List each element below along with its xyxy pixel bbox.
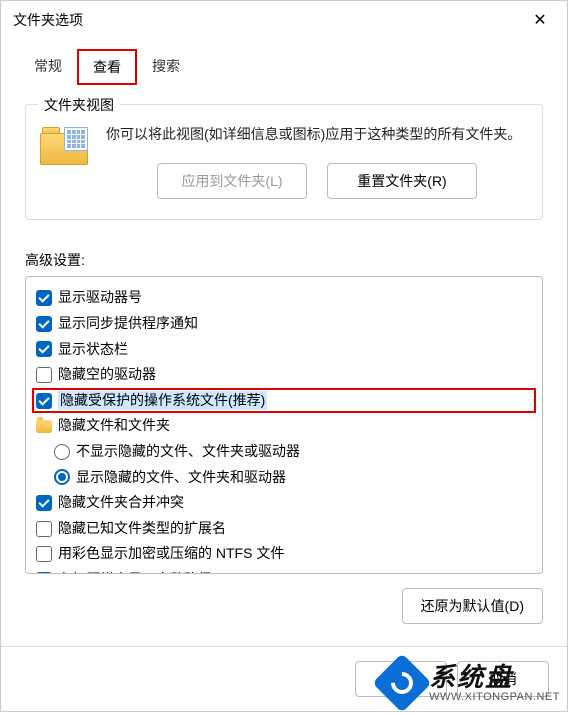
tree-item[interactable]: 用彩色显示加密或压缩的 NTFS 文件	[32, 541, 536, 567]
checkbox-icon[interactable]	[36, 393, 52, 409]
tab-view[interactable]: 查看	[77, 49, 137, 85]
tree-item[interactable]: 隐藏文件夹合并冲突	[32, 490, 536, 516]
tree-item[interactable]: 隐藏文件和文件夹	[32, 413, 536, 439]
tree-item[interactable]: 隐藏受保护的操作系统文件(推荐)	[32, 388, 536, 414]
tree-item-label: 显示状态栏	[58, 340, 128, 360]
tree-item[interactable]: 显示状态栏	[32, 337, 536, 363]
advanced-settings-tree[interactable]: 显示驱动器号显示同步提供程序通知显示状态栏隐藏空的驱动器隐藏受保护的操作系统文件…	[25, 276, 543, 574]
tree-item-label: 隐藏空的驱动器	[58, 365, 156, 385]
folder-view-label: 文件夹视图	[38, 95, 120, 115]
tree-item-label: 不显示隐藏的文件、文件夹或驱动器	[76, 442, 300, 462]
content-area: 文件夹视图 你可以将此视图(如详细信息或图标)应用于这种类型的所有文件夹。 应用…	[1, 86, 567, 646]
tab-general[interactable]: 常规	[19, 49, 77, 85]
tree-item-label: 显示同步提供程序通知	[58, 314, 198, 334]
folder-icon	[36, 420, 52, 433]
tree-item[interactable]: 隐藏已知文件类型的扩展名	[32, 516, 536, 542]
tree-item-label: 在标题栏中显示完整路径	[58, 570, 212, 574]
watermark: 系统盘 WWW.XITONGPAN.NET	[381, 662, 560, 704]
watermark-logo-icon	[372, 653, 431, 712]
tree-item[interactable]: 在标题栏中显示完整路径	[32, 567, 536, 574]
tree-item[interactable]: 隐藏空的驱动器	[32, 362, 536, 388]
tree-item[interactable]: 不显示隐藏的文件、文件夹或驱动器	[32, 439, 536, 465]
tab-search[interactable]: 搜索	[137, 49, 195, 85]
checkbox-icon[interactable]	[36, 341, 52, 357]
tree-item-label: 隐藏受保护的操作系统文件(推荐)	[58, 391, 267, 411]
radio-icon[interactable]	[54, 444, 70, 460]
tree-item[interactable]: 显示同步提供程序通知	[32, 311, 536, 337]
folder-icon	[40, 125, 90, 167]
restore-defaults-button[interactable]: 还原为默认值(D)	[402, 588, 543, 624]
tree-item-label: 隐藏文件和文件夹	[58, 416, 170, 436]
titlebar: 文件夹选项 ✕	[1, 1, 567, 39]
folder-view-description: 你可以将此视图(如详细信息或图标)应用于这种类型的所有文件夹。	[106, 123, 528, 145]
tree-item-label: 显示驱动器号	[58, 288, 142, 308]
tree-item-label: 隐藏文件夹合并冲突	[58, 493, 184, 513]
tree-item-label: 用彩色显示加密或压缩的 NTFS 文件	[58, 544, 284, 564]
checkbox-icon[interactable]	[36, 495, 52, 511]
close-button[interactable]: ✕	[525, 10, 555, 30]
reset-folders-button[interactable]: 重置文件夹(R)	[327, 163, 477, 199]
tree-item[interactable]: 显示驱动器号	[32, 285, 536, 311]
advanced-settings-label: 高级设置:	[25, 250, 543, 270]
tab-strip: 常规 查看 搜索	[1, 49, 567, 86]
checkbox-icon[interactable]	[36, 367, 52, 383]
checkbox-icon[interactable]	[36, 521, 52, 537]
tree-item-label: 隐藏已知文件类型的扩展名	[58, 519, 226, 539]
tree-item[interactable]: 显示隐藏的文件、文件夹和驱动器	[32, 465, 536, 491]
watermark-text-en: WWW.XITONGPAN.NET	[429, 691, 560, 703]
folder-view-group: 文件夹视图 你可以将此视图(如详细信息或图标)应用于这种类型的所有文件夹。 应用…	[25, 104, 543, 220]
folder-options-dialog: 文件夹选项 ✕ 常规 查看 搜索 文件夹视图 你可以将此视图(如详细信息或图标)…	[0, 0, 568, 712]
checkbox-icon[interactable]	[36, 546, 52, 562]
apply-to-folders-button[interactable]: 应用到文件夹(L)	[157, 163, 307, 199]
tree-item-label: 显示隐藏的文件、文件夹和驱动器	[76, 468, 286, 488]
radio-icon[interactable]	[54, 469, 70, 485]
window-title: 文件夹选项	[13, 10, 83, 30]
watermark-text-cn: 系统盘	[429, 663, 560, 692]
checkbox-icon[interactable]	[36, 572, 52, 575]
checkbox-icon[interactable]	[36, 316, 52, 332]
checkbox-icon[interactable]	[36, 290, 52, 306]
